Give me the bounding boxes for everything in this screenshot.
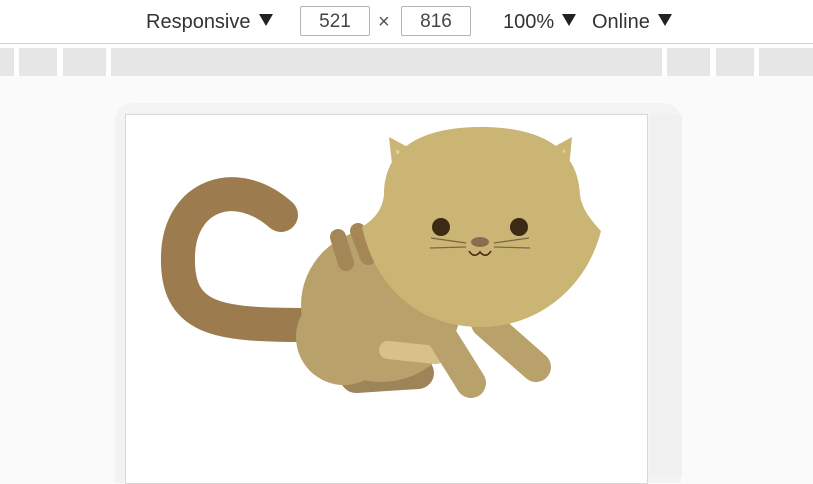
width-input[interactable]: 521 — [300, 6, 370, 36]
device-select[interactable]: Responsive — [146, 0, 273, 44]
height-input[interactable]: 816 — [401, 6, 471, 36]
cat-haunch — [296, 289, 392, 385]
triangle-down-icon — [258, 14, 273, 26]
cat-nose — [471, 237, 489, 247]
throttle-select-label: Online — [592, 10, 650, 33]
media-query-segment[interactable] — [63, 48, 106, 76]
cat-front-leg — [471, 308, 551, 382]
media-query-segment[interactable] — [716, 48, 754, 76]
media-query-segment[interactable] — [667, 48, 710, 76]
media-query-segment[interactable] — [0, 48, 14, 76]
dimension-separator: × — [378, 10, 390, 33]
triangle-down-icon — [562, 14, 577, 26]
media-query-segment[interactable] — [19, 48, 57, 76]
throttle-select[interactable]: Online — [592, 0, 672, 44]
media-query-bar — [0, 44, 813, 76]
device-viewport — [125, 114, 648, 484]
zoom-select-label: 100% — [503, 10, 555, 33]
device-toolbar: Responsive 521 × 816 100% Online — [0, 0, 813, 44]
cat-tail — [160, 177, 323, 342]
cat-paw — [379, 341, 445, 364]
cat-eye-left — [432, 218, 450, 236]
zoom-select[interactable]: 100% — [503, 0, 577, 44]
device-select-label: Responsive — [146, 10, 251, 33]
cat-eye-right — [510, 218, 528, 236]
triangle-down-icon — [657, 14, 672, 26]
cat-illustration — [160, 127, 601, 398]
cat-front-leg — [426, 320, 486, 398]
cat-stripe — [330, 229, 354, 271]
media-query-segment[interactable] — [759, 48, 813, 76]
resize-handle[interactable] — [650, 115, 682, 475]
media-query-segment[interactable] — [111, 48, 662, 76]
